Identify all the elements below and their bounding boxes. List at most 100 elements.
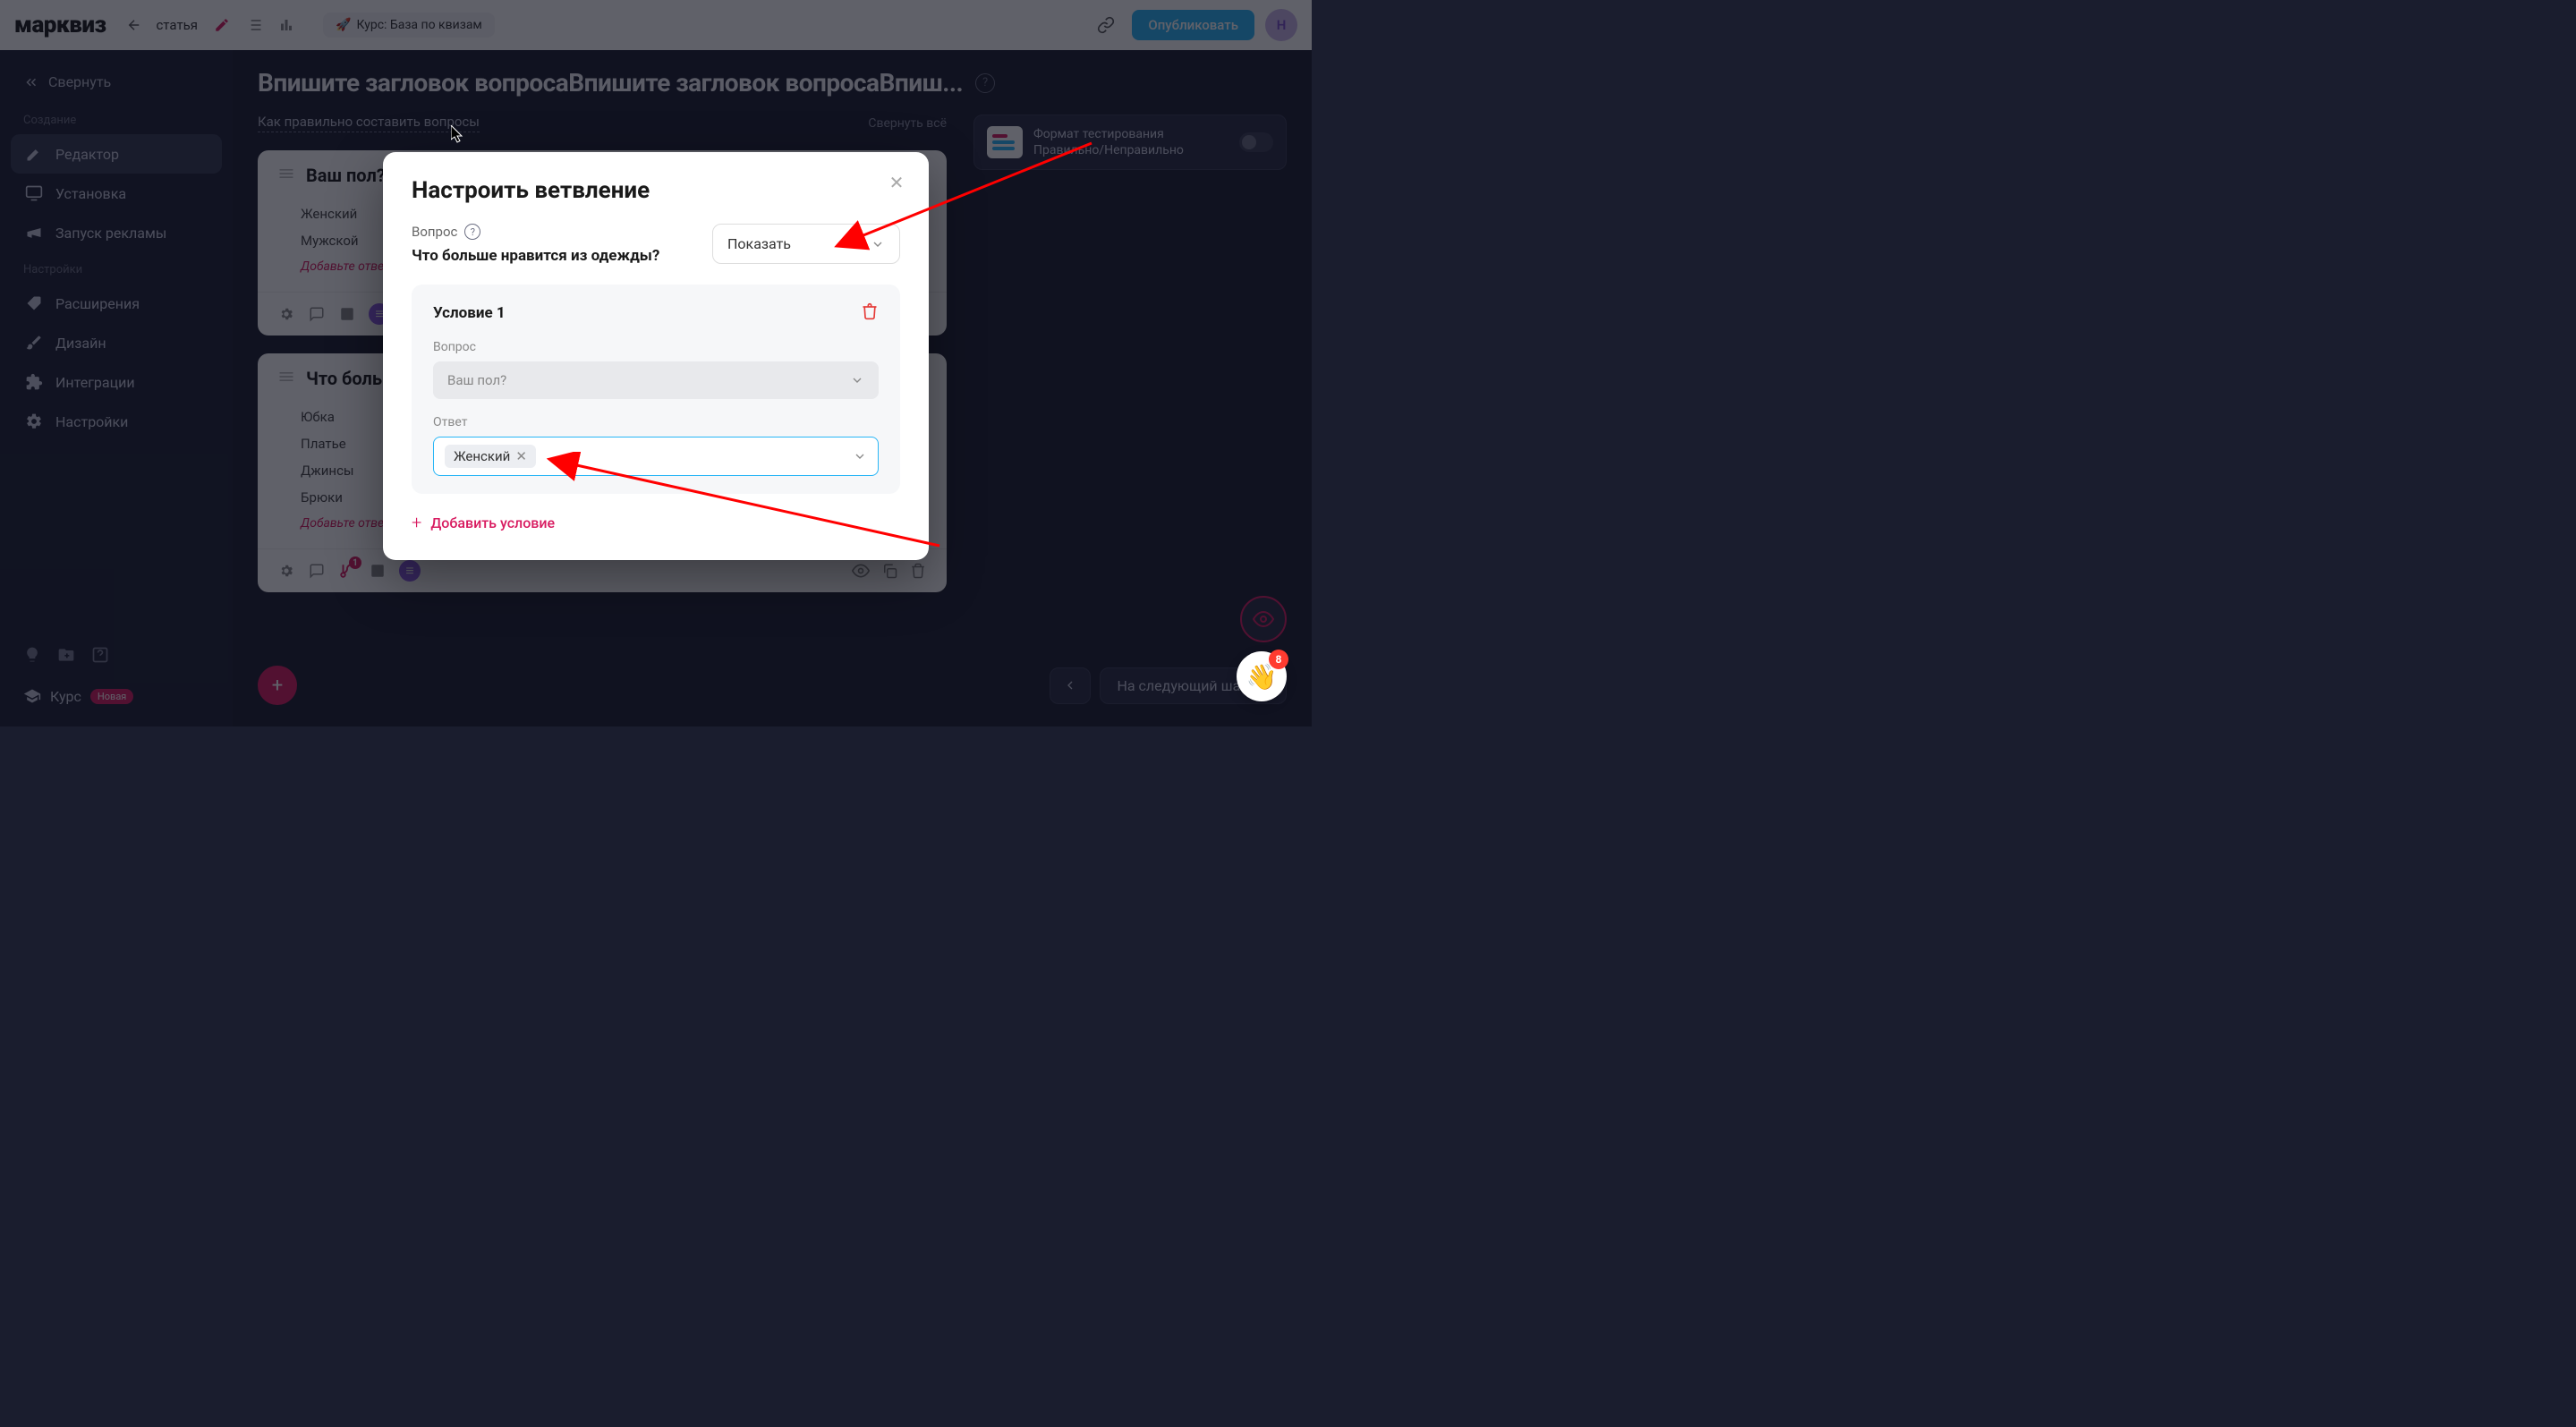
sidebar-item-label: Расширения: [55, 295, 140, 312]
stats-icon[interactable]: [271, 10, 302, 40]
image-icon[interactable]: [369, 562, 387, 580]
project-name[interactable]: статья: [156, 17, 198, 33]
condition-question-select[interactable]: Ваш пол?: [433, 361, 879, 399]
sidebar-section-create: Создание: [11, 114, 222, 127]
pencil-icon: [25, 145, 43, 163]
course-button[interactable]: 🚀 Курс: База по квизам: [323, 13, 495, 38]
sidebar-item-label: Настройки: [55, 413, 128, 430]
close-icon[interactable]: ✕: [884, 170, 909, 195]
gear-icon[interactable]: [277, 305, 295, 323]
sidebar-item-label: Установка: [55, 185, 126, 202]
chat-badge: 8: [1269, 650, 1288, 669]
sidebar-item-integrations[interactable]: Интеграции: [11, 362, 222, 402]
gear-icon[interactable]: [277, 562, 295, 580]
format-toggle[interactable]: [1239, 132, 1273, 152]
graduation-icon: [23, 687, 41, 705]
chevron-down-icon: [871, 237, 885, 251]
answer-chip-label: Женский: [454, 448, 510, 464]
sidebar-course-label: Курс: [50, 688, 81, 705]
plus-icon: +: [412, 512, 421, 533]
chat-fab[interactable]: 👋 8: [1237, 651, 1287, 701]
sidebar-item-label: Запуск рекламы: [55, 225, 166, 242]
sidebar: Свернуть Создание Редактор Установка Зап…: [0, 50, 233, 726]
show-select[interactable]: Показать: [712, 224, 900, 264]
course-button-label: Курс: База по квизам: [356, 18, 481, 32]
sidebar-collapse[interactable]: Свернуть: [11, 66, 222, 98]
style-icon[interactable]: ≡: [399, 560, 421, 582]
image-icon[interactable]: [338, 305, 356, 323]
sidebar-course[interactable]: Курс Новая: [11, 680, 222, 712]
format-line1: Формат тестирования: [1033, 126, 1184, 142]
collapse-all[interactable]: Свернуть всё: [868, 116, 947, 131]
chevron-down-icon: [850, 373, 864, 387]
page-title[interactable]: Впишите загловок вопросаВпишите загловок…: [258, 68, 963, 98]
answer-chip: Женский ✕: [445, 445, 536, 468]
condition-question-value: Ваш пол?: [447, 372, 506, 388]
help-link[interactable]: Как правильно составить вопросы: [258, 114, 480, 132]
format-line2: Правильно/Неправильно: [1033, 142, 1184, 158]
format-card: Формат тестирования Правильно/Неправильн…: [973, 115, 1287, 170]
drag-handle-icon[interactable]: [277, 368, 295, 389]
branch-icon[interactable]: 1: [338, 562, 356, 580]
condition-answer-select[interactable]: Женский ✕: [433, 437, 879, 476]
comment-icon[interactable]: [308, 562, 326, 580]
eye-icon[interactable]: [852, 562, 870, 580]
help-circle-icon[interactable]: ?: [464, 224, 480, 240]
brush-icon: [25, 334, 43, 352]
modal-question-text: Что больше нравится из одежды?: [412, 247, 659, 265]
app-header: марквиз статья 🚀 Курс: База по квизам Оп…: [0, 0, 1312, 50]
rocket-icon: 🚀: [336, 18, 351, 32]
show-select-value: Показать: [727, 235, 791, 252]
branch-badge: 1: [349, 556, 361, 569]
sidebar-item-label: Интеграции: [55, 374, 135, 391]
megaphone-icon: [25, 224, 43, 242]
sidebar-section-settings: Настройки: [11, 263, 222, 276]
sidebar-item-ads[interactable]: Запуск рекламы: [11, 213, 222, 252]
sidebar-item-install[interactable]: Установка: [11, 174, 222, 213]
chevron-down-icon: [853, 449, 867, 463]
condition-block: Условие 1 Вопрос Ваш пол? Ответ Женский …: [412, 285, 900, 494]
pencil-icon[interactable]: [207, 10, 237, 40]
publish-button[interactable]: Опубликовать: [1132, 10, 1254, 40]
help-circle-icon[interactable]: ?: [975, 73, 995, 93]
sidebar-item-editor[interactable]: Редактор: [11, 134, 222, 174]
badge-new: Новая: [90, 689, 133, 704]
condition-title: Условие 1: [433, 304, 506, 322]
sidebar-item-label: Редактор: [55, 146, 119, 163]
logo: марквиз: [14, 12, 106, 38]
list-icon[interactable]: [239, 10, 269, 40]
help-icon[interactable]: [91, 646, 109, 667]
tag-icon: [25, 294, 43, 312]
link-icon[interactable]: [1091, 10, 1121, 40]
lightbulb-icon[interactable]: [23, 646, 41, 667]
sidebar-item-design[interactable]: Дизайн: [11, 323, 222, 362]
modal-title: Настроить ветвление: [412, 177, 900, 204]
puzzle-icon: [25, 373, 43, 391]
folder-plus-icon[interactable]: [57, 646, 75, 667]
back-button[interactable]: [120, 11, 149, 39]
add-condition[interactable]: + Добавить условие: [412, 512, 900, 533]
format-text: Формат тестирования Правильно/Неправильн…: [1033, 126, 1184, 158]
sidebar-collapse-label: Свернуть: [48, 73, 111, 90]
modal-question-label: Вопрос ?: [412, 224, 659, 240]
preview-fab[interactable]: [1240, 596, 1287, 642]
chevrons-left-icon: [23, 74, 39, 90]
chip-remove-icon[interactable]: ✕: [515, 448, 527, 464]
trash-icon[interactable]: [909, 562, 927, 580]
trash-icon[interactable]: [861, 302, 879, 324]
avatar[interactable]: Н: [1265, 9, 1297, 41]
add-condition-label: Добавить условие: [430, 514, 555, 531]
right-panel: Формат тестирования Правильно/Неправильн…: [973, 115, 1287, 170]
drag-handle-icon[interactable]: [277, 165, 295, 186]
comment-icon[interactable]: [308, 305, 326, 323]
sidebar-item-settings[interactable]: Настройки: [11, 402, 222, 441]
monitor-icon: [25, 184, 43, 202]
condition-answer-label: Ответ: [433, 415, 879, 429]
sidebar-item-extensions[interactable]: Расширения: [11, 284, 222, 323]
copy-icon[interactable]: [880, 562, 898, 580]
branching-modal: ✕ Настроить ветвление Вопрос ? Что больш…: [383, 152, 929, 560]
sidebar-item-label: Дизайн: [55, 335, 106, 352]
gear-icon: [25, 412, 43, 430]
condition-question-label: Вопрос: [433, 340, 879, 354]
question-title[interactable]: Ваш пол?: [306, 165, 386, 186]
